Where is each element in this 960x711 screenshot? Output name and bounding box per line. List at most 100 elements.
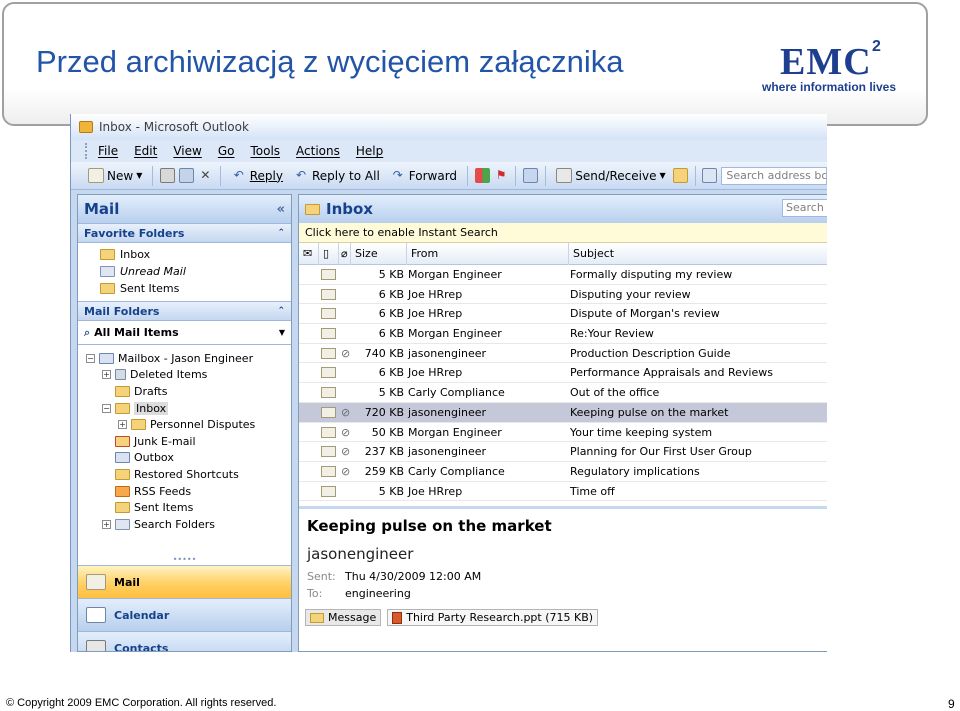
collapse-icon[interactable]: − bbox=[102, 403, 111, 413]
read-envelope-icon bbox=[321, 269, 336, 280]
message-row[interactable]: 6 KB Joe HRrep Disputing your review bbox=[299, 285, 827, 305]
tree-junk-email[interactable]: Junk E-mail bbox=[78, 433, 291, 450]
tree-label: Inbox bbox=[134, 401, 169, 415]
new-button[interactable]: New ▼ bbox=[85, 166, 145, 185]
col-subject-header[interactable]: Subject bbox=[569, 243, 827, 265]
message-row[interactable]: ⊘ 740 KB jasonengineer Production Descripti… bbox=[299, 344, 827, 364]
attachment-icon: ⊘ bbox=[341, 464, 351, 478]
tree-restored-shortcuts[interactable]: Restored Shortcuts bbox=[78, 466, 291, 483]
message-row[interactable]: ⊘ 237 KB jasonengineer Planning for Our Fir… bbox=[299, 442, 827, 462]
print-icon[interactable] bbox=[160, 168, 176, 183]
tree-label: Restored Shortcuts bbox=[134, 467, 239, 481]
col-from-header[interactable]: From bbox=[407, 243, 569, 265]
delete-icon[interactable]: ✕ bbox=[198, 168, 213, 183]
copyright-footer: © Copyright 2009 EMC Corporation. All ri… bbox=[6, 697, 277, 709]
send-receive-label: Send/Receive bbox=[575, 168, 657, 183]
favorite-folders-header[interactable]: Favorite Folders ⌃ bbox=[78, 223, 291, 243]
page-number: 9 bbox=[948, 697, 955, 711]
outbox-icon bbox=[115, 452, 130, 464]
menu-edit[interactable]: Edit bbox=[134, 144, 157, 158]
tree-deleted-items[interactable]: + Deleted Items bbox=[78, 367, 291, 384]
favorite-folders-list: Inbox Unread Mail Sent Items bbox=[78, 243, 291, 301]
all-mail-items-selector[interactable]: ⌕ All Mail Items ▼ bbox=[78, 321, 291, 345]
reply-all-button[interactable]: ↶ Reply to All bbox=[290, 166, 383, 185]
menu-go[interactable]: Go bbox=[218, 144, 235, 158]
mail-folders-header[interactable]: Mail Folders ⌃ bbox=[78, 301, 291, 321]
reply-button[interactable]: ↶ Reply bbox=[228, 166, 286, 185]
instant-search-banner[interactable]: Click here to enable Instant Search bbox=[299, 223, 827, 243]
new-label: New bbox=[107, 168, 134, 183]
mailbox-icon bbox=[99, 352, 114, 364]
expand-icon[interactable]: + bbox=[118, 420, 127, 430]
tree-outbox[interactable]: Outbox bbox=[78, 450, 291, 467]
address-book-icon[interactable] bbox=[702, 168, 718, 183]
favorite-inbox[interactable]: Inbox bbox=[100, 246, 291, 263]
nav-button-contacts[interactable]: Contacts bbox=[78, 631, 291, 651]
message-row[interactable]: 5 KB Joe HRrep Time off bbox=[299, 482, 827, 502]
col-attachment-header[interactable]: ⌀ bbox=[339, 243, 351, 265]
tree-sent-items[interactable]: Sent Items bbox=[78, 499, 291, 516]
col-icon-header[interactable]: ✉ bbox=[299, 243, 319, 265]
attachment-label: Third Party Research.ppt (715 KB) bbox=[406, 611, 594, 624]
tree-rss-feeds[interactable]: RSS Feeds bbox=[78, 483, 291, 500]
read-envelope-icon bbox=[321, 485, 336, 497]
message-row[interactable]: ⊘ 50 KB Morgan Engineer Your time keeping s… bbox=[299, 423, 827, 443]
nav-title: Mail bbox=[84, 200, 120, 218]
inbox-folder-icon bbox=[305, 203, 320, 215]
message-row[interactable]: 6 KB Morgan Engineer Re:Your Review bbox=[299, 324, 827, 344]
folder-tree: − Mailbox - Jason Engineer + Deleted Ite… bbox=[78, 345, 291, 533]
menu-file[interactable]: File bbox=[98, 144, 118, 158]
tree-personnel-disputes[interactable]: + Personnel Disputes bbox=[78, 416, 291, 433]
forward-button[interactable]: ↷ Forward bbox=[387, 166, 460, 185]
message-tab[interactable]: Message bbox=[305, 609, 382, 626]
menu-actions[interactable]: Actions bbox=[296, 144, 340, 158]
collapse-icon[interactable]: − bbox=[86, 353, 95, 363]
address-book-search-input[interactable]: Search address books bbox=[721, 166, 827, 185]
categorize-icon[interactable] bbox=[474, 168, 490, 183]
folder-icon bbox=[115, 468, 130, 480]
favorite-sent-items[interactable]: Sent Items bbox=[100, 280, 291, 297]
nav-button-mail[interactable]: Mail bbox=[78, 565, 291, 598]
nav-header: Mail « bbox=[78, 195, 291, 223]
message-row[interactable]: 5 KB Morgan Engineer Formally disputing my… bbox=[299, 265, 827, 285]
send-receive-button[interactable]: Send/Receive ▼ bbox=[553, 166, 668, 185]
attachment-tab[interactable]: Third Party Research.ppt (715 KB) bbox=[387, 609, 599, 626]
col-size-header[interactable]: Size bbox=[351, 243, 407, 265]
menu-tools[interactable]: Tools bbox=[250, 144, 280, 158]
message-row[interactable]: 6 KB Joe HRrep Performance Appraisals and … bbox=[299, 363, 827, 384]
col-type-header[interactable]: ▯ bbox=[319, 243, 339, 265]
move-to-folder-icon[interactable] bbox=[179, 168, 195, 183]
read-envelope-icon bbox=[321, 367, 336, 379]
read-envelope-icon bbox=[321, 387, 336, 399]
collapse-pane-icon[interactable]: « bbox=[277, 202, 285, 217]
find-contact-icon[interactable] bbox=[672, 168, 688, 183]
tree-inbox[interactable]: − Inbox bbox=[78, 400, 291, 417]
menu-help[interactable]: Help bbox=[356, 144, 383, 158]
collapse-section-icon[interactable]: ⌃ bbox=[277, 228, 285, 238]
sent-folder-icon bbox=[115, 502, 130, 514]
message-row[interactable]: 6 KB Joe HRrep Dispute of Morgan's review bbox=[299, 304, 827, 325]
message-tab-label: Message bbox=[328, 611, 377, 624]
archive-icon[interactable] bbox=[523, 168, 539, 183]
sent-label: Sent: bbox=[307, 570, 336, 583]
envelope-icon: ✉ bbox=[303, 247, 313, 260]
inbox-folder-icon bbox=[115, 402, 130, 414]
inbox-search-input[interactable]: Search In bbox=[782, 199, 827, 217]
menu-view[interactable]: View bbox=[173, 144, 201, 158]
follow-up-flag-icon[interactable]: ⚑ bbox=[494, 168, 509, 183]
pane-splitter[interactable]: ••••• bbox=[78, 556, 291, 565]
drafts-icon bbox=[115, 385, 130, 397]
collapse-section-icon[interactable]: ⌃ bbox=[277, 306, 285, 316]
favorite-unread-mail[interactable]: Unread Mail bbox=[100, 263, 291, 280]
tree-label: Sent Items bbox=[134, 501, 194, 515]
message-row[interactable]: 5 KB Carly Compliance Out of the office bbox=[299, 383, 827, 403]
tree-drafts[interactable]: Drafts bbox=[78, 383, 291, 400]
expand-icon[interactable]: + bbox=[102, 370, 111, 380]
message-row-selected[interactable]: ⊘ 720 KB jasonengineer Keeping pulse on the… bbox=[299, 402, 827, 423]
tree-mailbox[interactable]: − Mailbox - Jason Engineer bbox=[78, 350, 291, 367]
expand-icon[interactable]: + bbox=[102, 519, 111, 529]
nav-button-calendar[interactable]: Calendar bbox=[78, 598, 291, 631]
favorite-label: Unread Mail bbox=[120, 265, 186, 278]
tree-search-folders[interactable]: + Search Folders bbox=[78, 516, 291, 533]
message-row[interactable]: ⊘ 259 KB Carly Compliance Regulatory implic… bbox=[299, 462, 827, 482]
